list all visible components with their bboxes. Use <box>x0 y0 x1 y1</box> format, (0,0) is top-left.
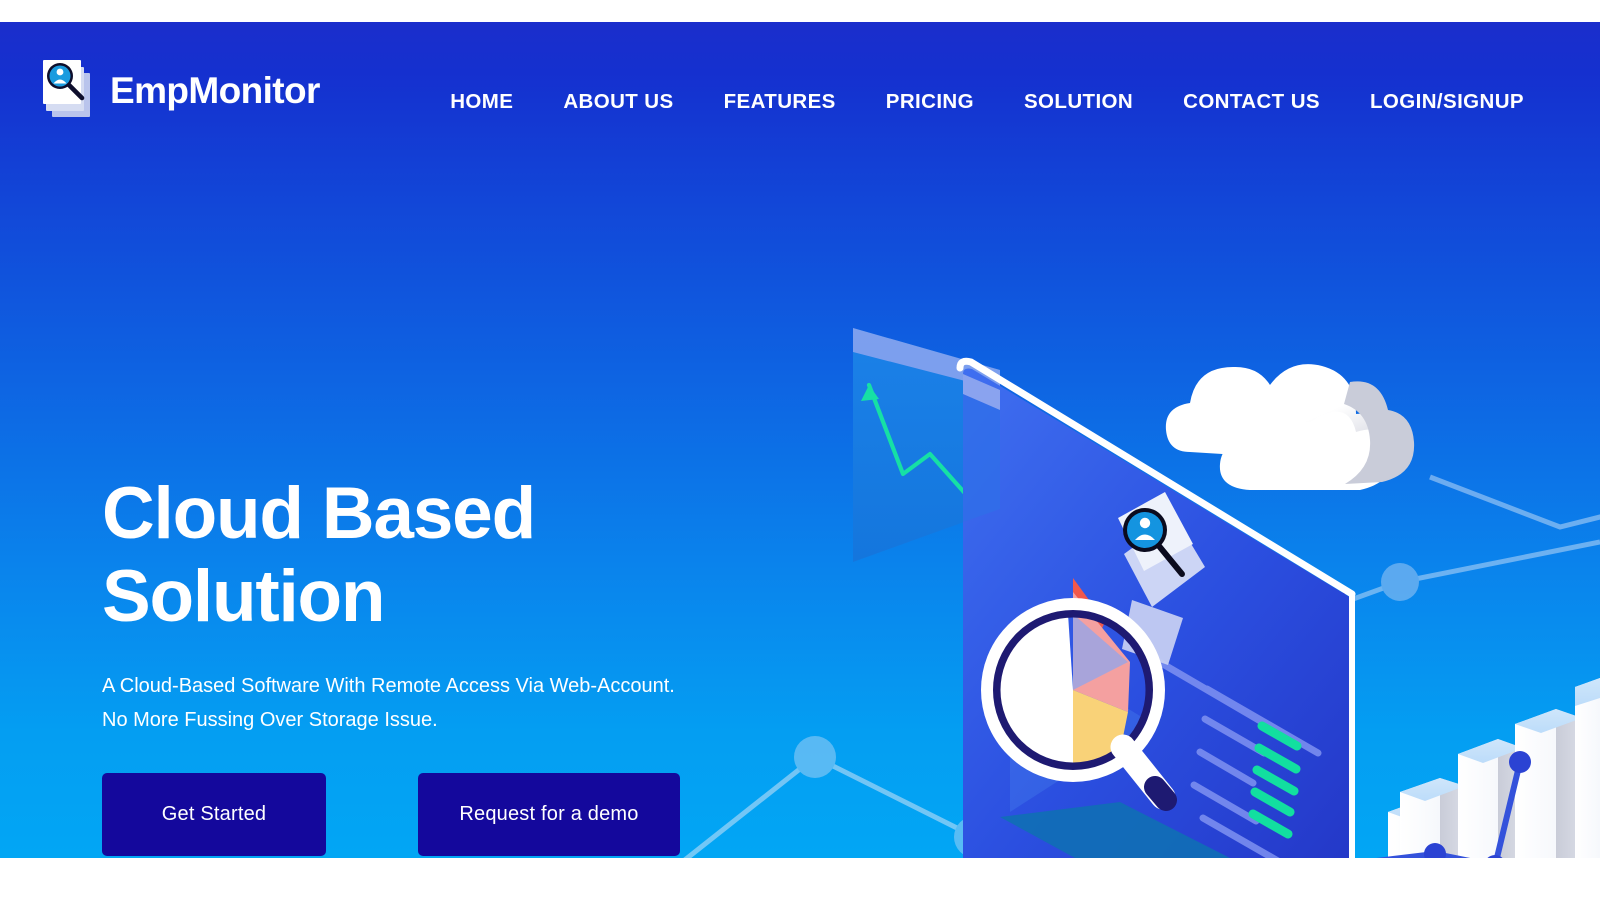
line-chart-panel <box>853 328 1000 562</box>
nav-solution[interactable]: SOLUTION <box>999 84 1158 120</box>
nav-contact-us[interactable]: CONTACT US <box>1158 84 1345 120</box>
nav-home[interactable]: HOME <box>425 84 538 120</box>
request-demo-button[interactable]: Request for a demo <box>418 773 680 857</box>
hero-subtitle: A Cloud-Based Software With Remote Acces… <box>102 675 675 732</box>
monitor-screen <box>956 357 1356 858</box>
hero-content: Cloud Based Solution A Cloud-Based Softw… <box>102 472 742 857</box>
nav-features[interactable]: FEATURES <box>699 84 861 120</box>
bar-chart <box>1376 678 1600 858</box>
user-search-document-icon <box>1118 492 1205 665</box>
main-navigation: HOME ABOUT US FEATURES PRICING SOLUTION … <box>425 84 1524 120</box>
page-root: EmpMonitor HOME ABOUT US FEATURES PRICIN… <box>0 0 1600 900</box>
cloud-icon <box>1165 364 1415 490</box>
monitor-stand <box>1000 802 1230 858</box>
get-started-button[interactable]: Get Started <box>102 773 326 857</box>
pie-chart-magnifier <box>981 578 1177 812</box>
page-title: Cloud Based Solution <box>102 473 536 638</box>
screen-text-lines <box>1152 656 1322 858</box>
site-header: EmpMonitor HOME ABOUT US FEATURES PRICIN… <box>0 22 1600 140</box>
nav-about-us[interactable]: ABOUT US <box>538 84 698 120</box>
hero-cta-group: Get Started Request for a demo <box>102 773 742 857</box>
brand-name: EmpMonitor <box>110 69 320 111</box>
logo[interactable]: EmpMonitor <box>40 57 320 123</box>
hero-section: EmpMonitor HOME ABOUT US FEATURES PRICIN… <box>0 22 1600 858</box>
nav-login-signup[interactable]: LOGIN/SIGNUP <box>1345 84 1524 120</box>
network-nodes <box>683 474 1600 858</box>
nav-pricing[interactable]: PRICING <box>861 84 999 120</box>
document-magnifier-person-icon <box>40 57 99 123</box>
